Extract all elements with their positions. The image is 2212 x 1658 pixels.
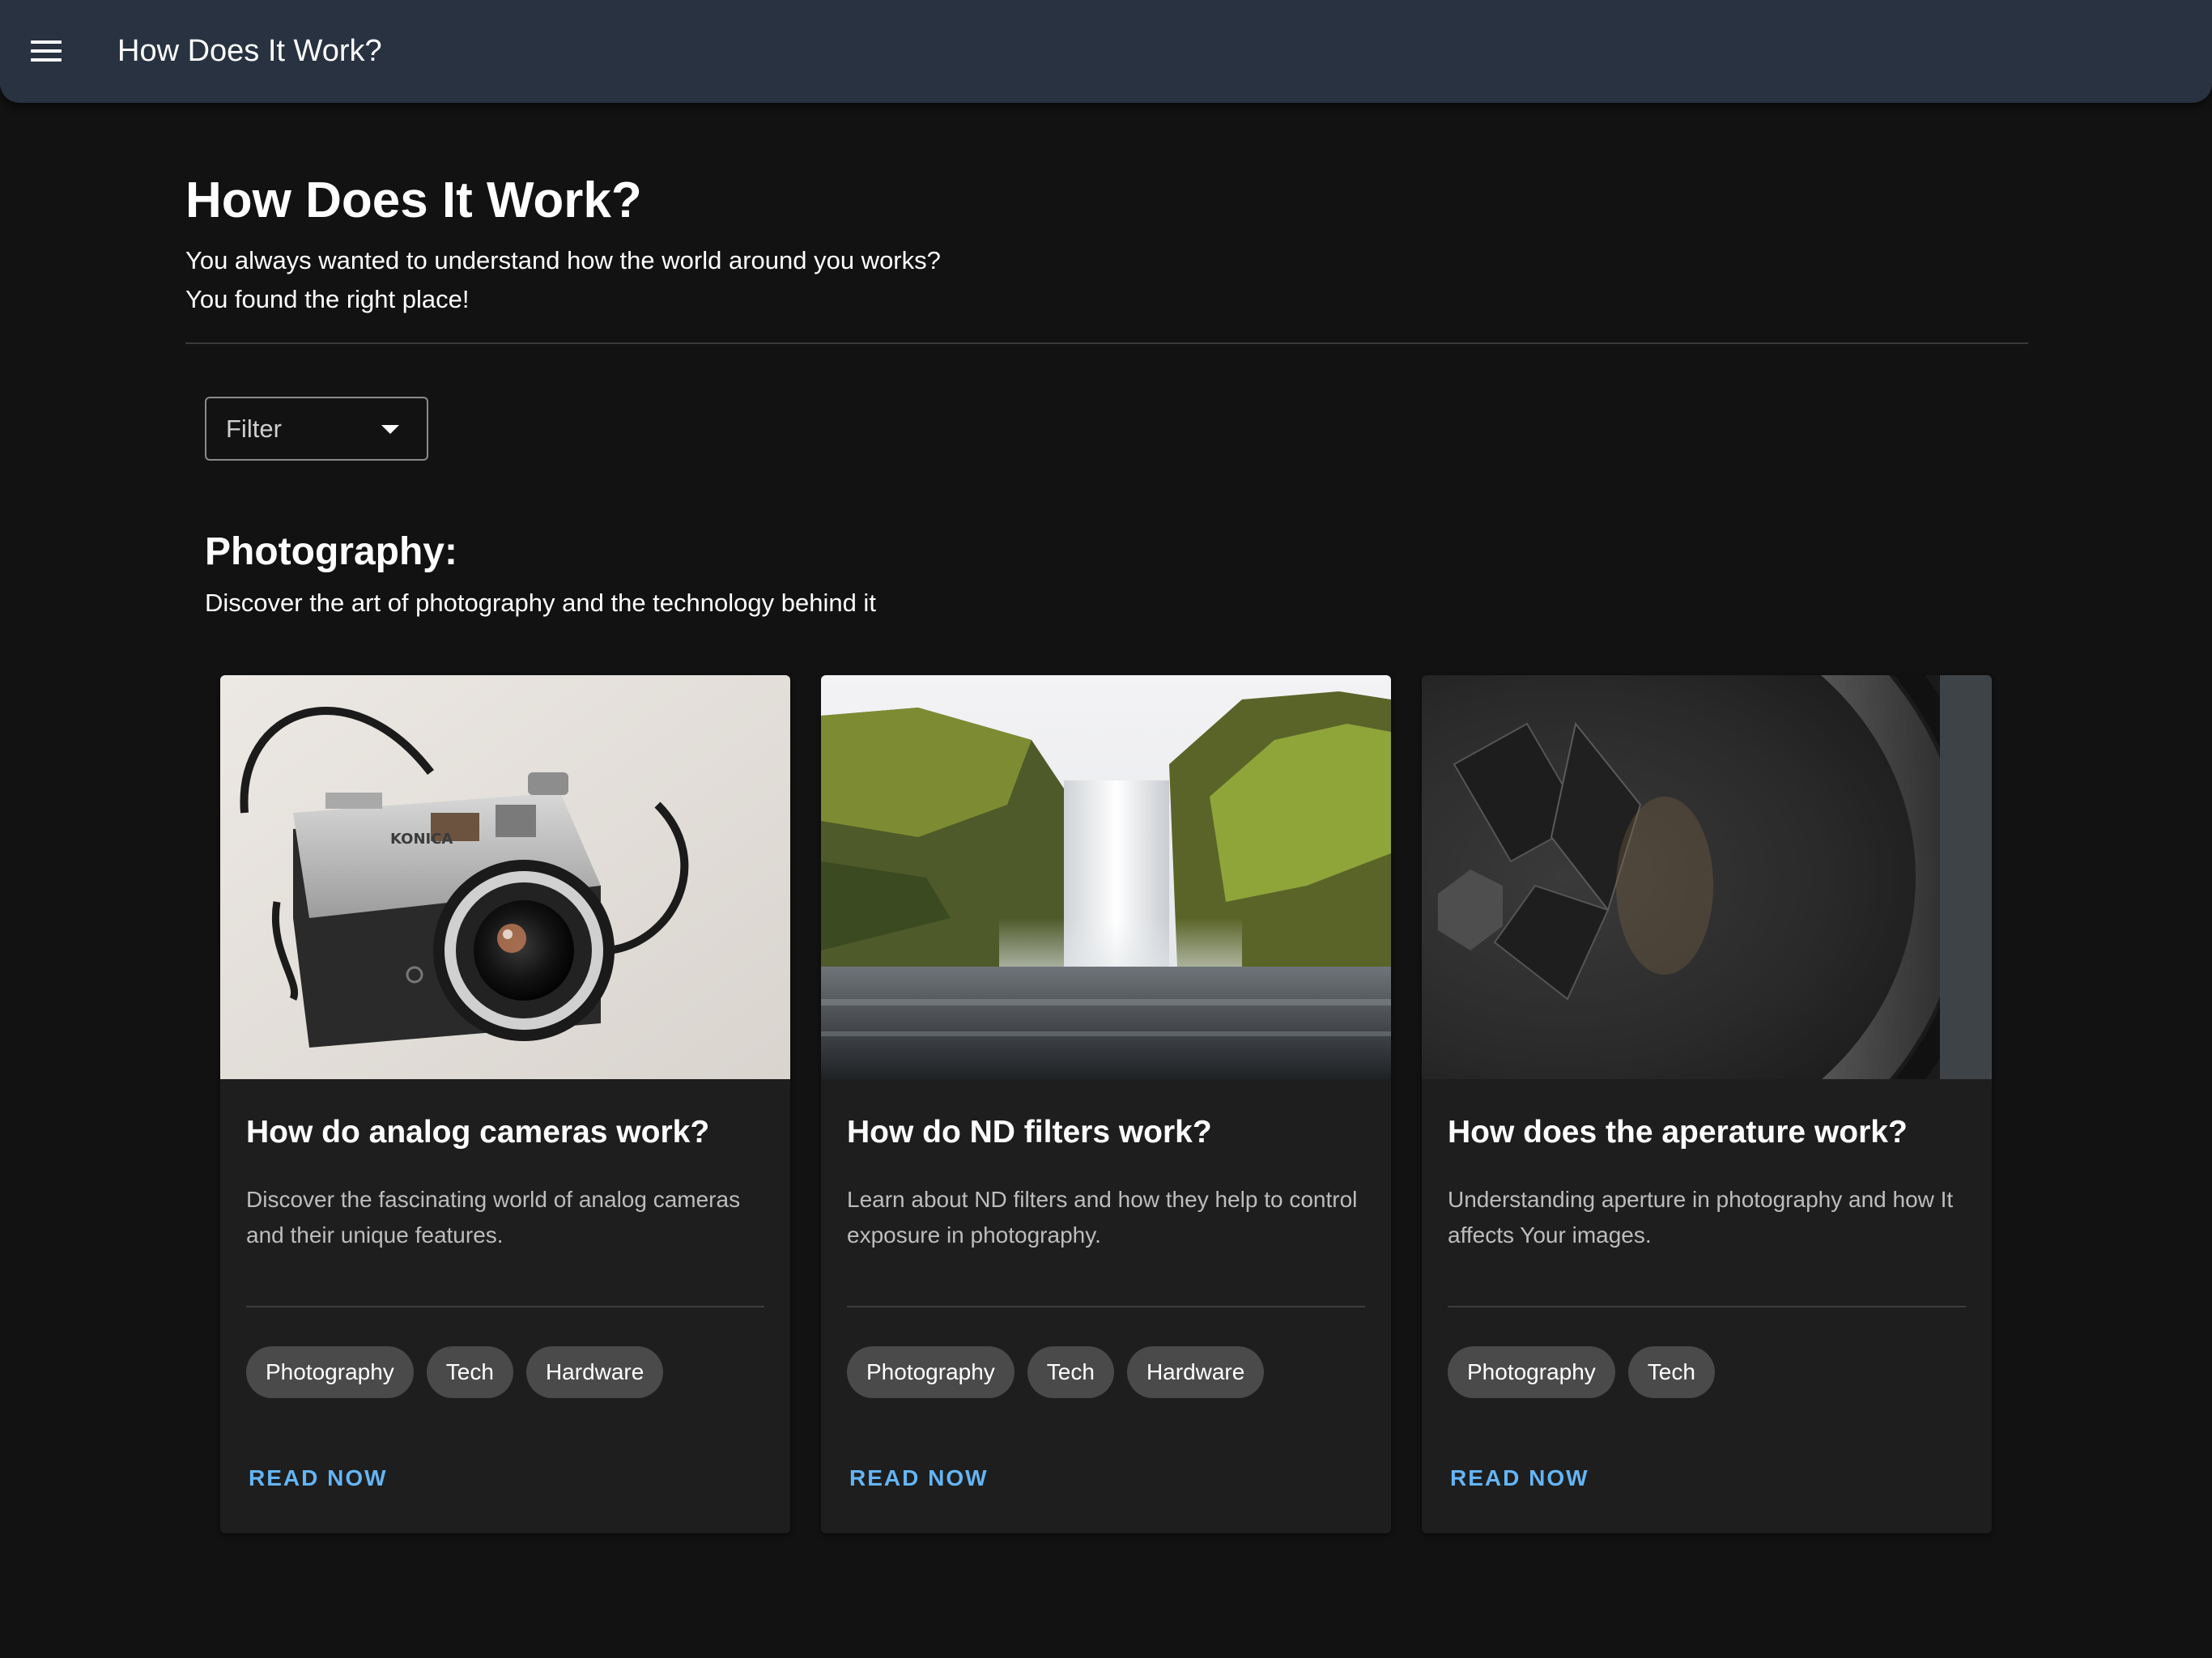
card-description: Understanding aperture in photography an… — [1448, 1187, 1954, 1248]
card-description: Discover the fascinating world of analog… — [246, 1187, 741, 1248]
filter-label: Filter — [226, 414, 282, 443]
article-card: KONICA How do analog cameras work? Disco… — [220, 675, 790, 1533]
page-subtitle-line-2: You found the right place! — [185, 285, 470, 313]
read-now-button[interactable]: READ NOW — [1450, 1462, 1589, 1494]
tag-chip[interactable]: Photography — [1448, 1346, 1615, 1398]
caret-down-icon — [381, 425, 399, 434]
card-title: How do ND filters work? — [847, 1115, 1212, 1150]
page-title: How Does It Work? — [185, 172, 642, 228]
card-divider — [1448, 1306, 1966, 1307]
card-divider — [847, 1306, 1365, 1307]
article-card: How does the aperature work? Understandi… — [1422, 675, 1992, 1533]
tag-chip[interactable]: Hardware — [1126, 1346, 1265, 1398]
card-tags: Photography Tech Hardware — [246, 1346, 664, 1398]
article-card: How do ND filters work? Learn about ND f… — [821, 675, 1391, 1533]
card-image-waterfall[interactable] — [821, 675, 1391, 1079]
app-bar-title: How Does It Work? — [117, 34, 382, 68]
menu-icon[interactable] — [31, 39, 62, 63]
card-title: How does the aperature work? — [1448, 1115, 1908, 1150]
app-bar: How Does It Work? — [0, 0, 2212, 103]
tag-chip[interactable]: Photography — [847, 1346, 1015, 1398]
read-now-button[interactable]: READ NOW — [249, 1462, 388, 1494]
card-description: Learn about ND filters and how they help… — [847, 1187, 1358, 1248]
tag-chip[interactable]: Photography — [246, 1346, 414, 1398]
page-subtitle: You always wanted to understand how the … — [185, 241, 941, 319]
card-title: How do analog cameras work? — [246, 1115, 710, 1150]
filter-select[interactable]: Filter — [205, 397, 428, 461]
page-subtitle-line-1: You always wanted to understand how the … — [185, 246, 941, 274]
svg-text:KONICA: KONICA — [390, 831, 453, 848]
tag-chip[interactable]: Tech — [426, 1346, 513, 1398]
section-description: Discover the art of photography and the … — [205, 589, 876, 617]
card-tags: Photography Tech — [1448, 1346, 1715, 1398]
header-divider — [185, 342, 2028, 344]
section-title: Photography: — [205, 530, 457, 573]
card-tags: Photography Tech Hardware — [847, 1346, 1265, 1398]
card-image-analog-camera[interactable]: KONICA — [220, 675, 790, 1079]
tag-chip[interactable]: Tech — [1627, 1346, 1715, 1398]
tag-chip[interactable]: Hardware — [525, 1346, 664, 1398]
read-now-button[interactable]: READ NOW — [849, 1462, 989, 1494]
tag-chip[interactable]: Tech — [1027, 1346, 1114, 1398]
card-divider — [246, 1306, 764, 1307]
card-image-lens-aperture[interactable] — [1422, 675, 1992, 1079]
